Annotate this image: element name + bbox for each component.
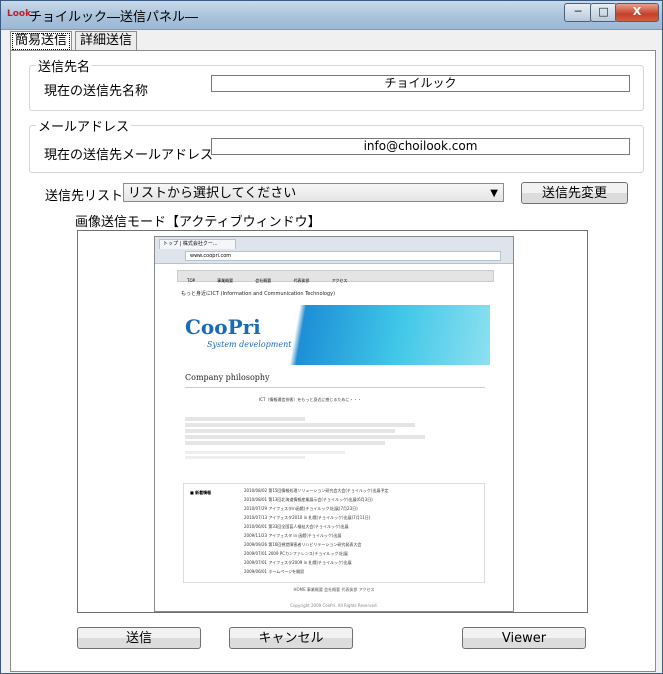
cancel-button[interactable]: キャンセル <box>229 627 353 649</box>
preview-news-heading: ■ 新着情報 <box>190 490 212 495</box>
recipient-name-group-label: 送信先名 <box>36 56 93 75</box>
email-label: 現在の送信先メールアドレス <box>44 148 214 163</box>
preview-news-item: 2009/11/23 アイフェスタ in 函館(チョイルック)出展 <box>244 533 342 538</box>
preview-address-bar: www.coopri.com <box>185 251 501 261</box>
preview-news-item: 2010/08/02 第15回情報処理ソリューション研究会大会(チョイルック)出… <box>244 488 389 493</box>
email-field: info@choilook.com <box>211 138 630 155</box>
email-group-label: メールアドレス <box>36 116 132 135</box>
screenshot-preview: トップ | 株式会社クー... www.coopri.com TOP 事業概要 … <box>77 230 588 613</box>
preview-message: ICT（情報通信技術）をもっと身近に感じるために・・・ <box>259 397 362 402</box>
recipient-list-select[interactable]: リストから選択してください ▼ <box>123 183 504 202</box>
preview-news-item: 2009/09/26 第16回視覚障害者リハビリテーション研究発表大会 <box>244 542 362 547</box>
tab-panel: 送信先名 現在の送信先名称 チョイルック メールアドレス 現在の送信先メールアド… <box>10 50 656 672</box>
preview-news-item: 2010/07/13 アイフェスタ2010 in 札幌(チョイルック)出展(7月… <box>244 515 371 520</box>
recipient-list-label: 送信先リスト <box>45 189 124 204</box>
preview-logo: CooPri <box>185 315 261 339</box>
send-button[interactable]: 送信 <box>77 627 201 649</box>
preview-news-item: 2009/06/01 ホームページを開設 <box>244 569 305 574</box>
minimize-button[interactable]: ─ <box>564 3 592 22</box>
email-group: メールアドレス 現在の送信先メールアドレス info@choilook.com <box>29 116 644 173</box>
preview-nav-item: 会社概要 <box>255 278 272 283</box>
preview-browser-tab: トップ | 株式会社クー... <box>159 239 236 249</box>
tab-simple-send[interactable]: 簡易送信 <box>10 31 73 52</box>
preview-nav-item: 事業概要 <box>217 278 234 283</box>
preview-body-text <box>185 417 485 459</box>
preview-news-item: 2009/07/01 アイフェスタ2009 in 札幌(チョイルック)出展 <box>244 560 352 565</box>
preview-news-box: ■ 新着情報 2010/08/02 第15回情報処理ソリューション研究会大会(チ… <box>183 483 485 583</box>
close-button[interactable]: X <box>615 3 659 22</box>
preview-philosophy-heading: Company philosophy <box>185 373 270 382</box>
image-mode-label: 画像送信モード【アクティブウィンドウ】 <box>75 215 321 230</box>
preview-news-item: 2009/07/01 2009 PCカンファレンス(チョイルック)出展 <box>244 551 348 556</box>
preview-news-item: 2010/07/29 アイフェスタin函館(チョイルック)出展(7月23日) <box>244 506 358 511</box>
choilook-logo-icon: Look <box>7 9 32 19</box>
change-recipient-button[interactable]: 送信先変更 <box>521 182 628 204</box>
preview-logo-subtitle: System development <box>207 340 292 349</box>
preview-browser-window: トップ | 株式会社クー... www.coopri.com TOP 事業概要 … <box>154 236 514 612</box>
preview-news-item: 2010/08/01 第13回北海道情報産業展示会(チョイルック)出展(6月3日… <box>244 497 373 502</box>
title-bar[interactable]: Look チョイルック―送信パネル― ─ □ X <box>1 1 662 30</box>
preview-site-nav: TOP 事業概要 会社概要 代表挨拶 アクセス <box>177 270 494 283</box>
preview-browser-chrome: トップ | 株式会社クー... www.coopri.com <box>155 237 513 264</box>
tab-detailed-send[interactable]: 詳細送信 <box>75 31 138 51</box>
preview-nav-item: 代表挨拶 <box>293 278 310 283</box>
maximize-button[interactable]: □ <box>590 3 617 22</box>
preview-nav-item: TOP <box>187 278 196 283</box>
preview-news-item: 2010/06/01 第33回全国盲人福祉大会(チョイルック)出展 <box>244 524 349 529</box>
send-panel-window: Look チョイルック―送信パネル― ─ □ X 簡易送信 詳細送信 送信先名 … <box>0 0 663 674</box>
preview-tagline: もっと身近にICT (Information and Communication… <box>181 291 336 297</box>
preview-nav-item: アクセス <box>331 278 348 283</box>
preview-copyright: Copyright 2009 CooPri. All Rights Reserv… <box>290 603 378 608</box>
recipient-name-label: 現在の送信先名称 <box>44 84 149 99</box>
recipient-name-field: チョイルック <box>211 75 630 92</box>
recipient-list-selected: リストから選択してください <box>128 186 297 201</box>
preview-footer-links: HOME 事業概要 会社概要 代表挨拶 アクセス <box>293 587 375 592</box>
window-title: チョイルック―送信パネル― <box>29 10 199 25</box>
preview-banner: CooPri System development <box>177 305 490 365</box>
viewer-button[interactable]: Viewer <box>462 627 586 649</box>
recipient-name-group: 送信先名 現在の送信先名称 チョイルック <box>29 56 644 111</box>
chevron-down-icon: ▼ <box>490 188 498 199</box>
preview-divider <box>185 387 485 388</box>
